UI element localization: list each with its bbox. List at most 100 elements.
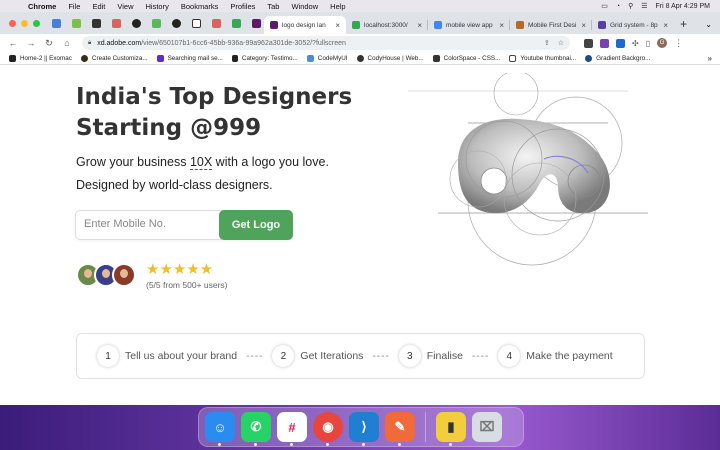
step-item: 3 Finalise bbox=[398, 345, 463, 367]
menu-edit[interactable]: Edit bbox=[92, 2, 105, 11]
macos-menu-bar: Chrome File Edit View History Bookmarks … bbox=[0, 0, 720, 12]
pinned-tab[interactable] bbox=[208, 16, 224, 30]
extension-icon[interactable] bbox=[584, 38, 593, 48]
hero-title-line: India's Top Designers bbox=[76, 84, 353, 110]
profile-avatar[interactable]: G bbox=[657, 38, 668, 48]
adobe-xd-icon bbox=[270, 21, 278, 29]
step-separator: ---- bbox=[372, 350, 390, 362]
pinned-tab[interactable] bbox=[48, 16, 64, 30]
pinned-tab[interactable] bbox=[68, 16, 84, 30]
minimize-window-button[interactable] bbox=[21, 20, 28, 27]
bookmark-item[interactable]: Youtube thumbnai... bbox=[509, 54, 576, 62]
get-logo-button[interactable]: Get Logo bbox=[219, 210, 293, 240]
bookmark-item[interactable]: Searching mail se... bbox=[156, 54, 223, 62]
trash-icon[interactable]: ⌧ bbox=[472, 412, 502, 442]
rating-stars: ★★★★★ bbox=[146, 261, 214, 278]
tab-mobile-first[interactable]: Mobile First Desi × bbox=[510, 16, 592, 34]
browser-toolbar: ← → ↻ ⌂ 🔒︎ xd.adobe.com/view/650107b1-6c… bbox=[0, 34, 720, 52]
menu-tab[interactable]: Tab bbox=[267, 2, 279, 11]
close-tab-icon[interactable]: × bbox=[663, 21, 668, 30]
pinned-tab[interactable] bbox=[88, 16, 104, 30]
postman-icon[interactable]: ✎ bbox=[385, 412, 415, 446]
bookmark-item[interactable]: ColorSpace - CSS... bbox=[432, 54, 500, 62]
browser-tab-bar: logo design lan × localhost:3000/ × mobi… bbox=[0, 12, 720, 34]
tab-logo-design[interactable]: logo design lan × bbox=[264, 16, 346, 34]
menu-app-name[interactable]: Chrome bbox=[28, 2, 56, 11]
github-icon[interactable] bbox=[168, 16, 184, 30]
bookmarks-overflow-icon[interactable]: » bbox=[708, 54, 712, 63]
menu-history[interactable]: History bbox=[146, 2, 169, 11]
bookmarks-bar: Home-2 || Exomac Create Customiza... Sea… bbox=[0, 52, 720, 65]
pinned-tab[interactable] bbox=[148, 16, 164, 30]
address-bar[interactable]: 🔒︎ xd.adobe.com/view/650107b1-6cc6-45bb-… bbox=[82, 36, 570, 50]
pinned-tab[interactable] bbox=[248, 16, 264, 30]
menu-view[interactable]: View bbox=[117, 2, 133, 11]
bookmark-item[interactable]: Create Customiza... bbox=[80, 54, 148, 62]
menu-file[interactable]: File bbox=[68, 2, 80, 11]
hero-subtitle-2: Designed by world-class designers. bbox=[76, 178, 273, 192]
new-tab-button[interactable]: + bbox=[680, 17, 687, 31]
hero-subtitle: Grow your business 10X with a logo you l… bbox=[76, 155, 329, 170]
extension-icon[interactable] bbox=[616, 38, 625, 48]
extension-icon[interactable] bbox=[600, 38, 609, 48]
tab-grid-system[interactable]: Grid system - 8p × bbox=[592, 16, 674, 34]
bookmark-star-icon[interactable]: ☆ bbox=[558, 39, 564, 47]
hero-title: India's Top Designers Starting @999 bbox=[76, 82, 352, 144]
battery-icon[interactable]: ▭ bbox=[601, 2, 608, 10]
chevron-down-icon[interactable]: ⌄ bbox=[705, 20, 712, 29]
bookmark-item[interactable]: CodyHouse | Web... bbox=[356, 54, 424, 62]
process-steps: 1 Tell us about your brand ---- 2 Get It… bbox=[76, 333, 645, 379]
chrome-icon[interactable]: ◉ bbox=[313, 412, 343, 446]
step-item: 2 Get Iterations bbox=[272, 345, 363, 367]
menu-help[interactable]: Help bbox=[330, 2, 345, 11]
close-window-button[interactable] bbox=[9, 20, 16, 27]
highlight-text: 10X bbox=[189, 155, 213, 170]
close-tab-icon[interactable]: × bbox=[581, 21, 586, 30]
wifi-icon[interactable]: ◔ bbox=[616, 3, 620, 10]
bookmark-item[interactable]: CodeMyUI bbox=[306, 54, 348, 62]
window-controls bbox=[9, 20, 40, 27]
page-content: India's Top Designers Starting @999 Grow… bbox=[0, 65, 720, 405]
avatar bbox=[112, 263, 136, 287]
tab-localhost[interactable]: localhost:3000/ × bbox=[346, 16, 428, 34]
control-center-icon[interactable]: ☰ bbox=[641, 2, 647, 10]
back-arrow-icon[interactable]: ← bbox=[8, 38, 18, 48]
share-icon[interactable]: ⇪ bbox=[544, 39, 550, 47]
zoom-window-button[interactable] bbox=[33, 20, 40, 27]
whatsapp-icon[interactable]: ✆ bbox=[241, 412, 271, 446]
pinned-tab[interactable] bbox=[188, 16, 204, 30]
address-url[interactable]: xd.adobe.com/view/650107b1-6cc6-45bb-936… bbox=[97, 40, 346, 47]
pinned-tab[interactable] bbox=[108, 16, 124, 30]
github-icon[interactable] bbox=[128, 16, 144, 30]
search-icon[interactable]: ⚲ bbox=[628, 2, 633, 10]
bookmark-item[interactable]: Gradient Backgro... bbox=[585, 54, 650, 62]
sidebar-icon[interactable]: ▯ bbox=[646, 39, 650, 48]
menu-bookmarks[interactable]: Bookmarks bbox=[181, 2, 219, 11]
menu-profiles[interactable]: Profiles bbox=[230, 2, 255, 11]
reload-icon[interactable]: ↻ bbox=[44, 38, 54, 49]
menu-window[interactable]: Window bbox=[291, 2, 318, 11]
pinned-tab[interactable] bbox=[228, 16, 244, 30]
step-number: 3 bbox=[398, 345, 421, 367]
close-tab-icon[interactable]: × bbox=[417, 21, 422, 30]
puzzle-icon[interactable]: ✣ bbox=[632, 39, 639, 48]
step-label: Make the payment bbox=[526, 350, 613, 362]
sticky-icon[interactable]: ▮ bbox=[436, 412, 466, 446]
mobile-number-input[interactable] bbox=[84, 218, 214, 230]
step-item: 4 Make the payment bbox=[498, 345, 613, 367]
step-separator: ---- bbox=[246, 350, 264, 362]
lock-icon[interactable]: 🔒︎ bbox=[88, 40, 91, 47]
close-tab-icon[interactable]: × bbox=[499, 21, 504, 30]
clock-text[interactable]: Fri 8 Apr 4:29 PM bbox=[656, 3, 710, 10]
tab-mobile-view[interactable]: mobile view app × bbox=[428, 16, 510, 34]
forward-arrow-icon[interactable]: → bbox=[26, 38, 36, 48]
vscode-icon[interactable]: ⟩ bbox=[349, 412, 379, 446]
bookmark-item[interactable]: Category: Testimo... bbox=[231, 54, 298, 62]
close-tab-icon[interactable]: × bbox=[335, 21, 340, 30]
slack-icon[interactable]: # bbox=[277, 412, 307, 446]
finder-icon[interactable]: ☺ bbox=[205, 412, 235, 446]
bookmark-item[interactable]: Home-2 || Exomac bbox=[9, 54, 72, 62]
step-number: 1 bbox=[97, 345, 119, 367]
kebab-menu-icon[interactable]: ⋮ bbox=[674, 38, 683, 49]
home-icon[interactable]: ⌂ bbox=[62, 38, 72, 48]
